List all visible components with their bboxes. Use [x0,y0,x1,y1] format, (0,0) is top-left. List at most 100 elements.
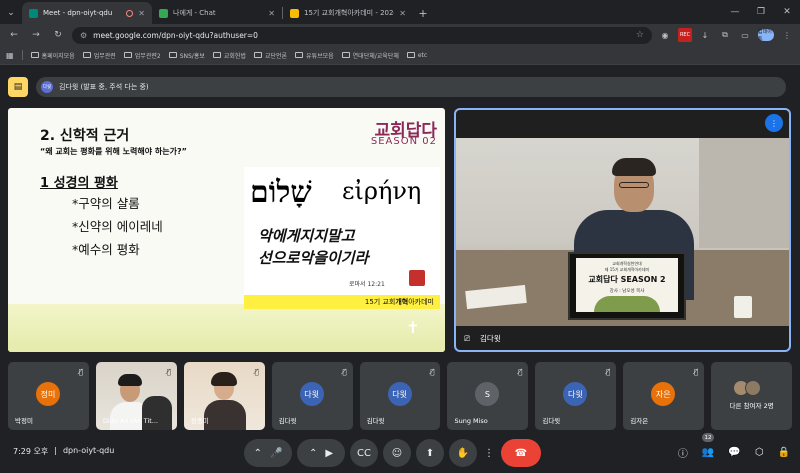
tab-academy[interactable]: 15기 교회개혁아카데미 - 2024 ✕ [283,2,413,24]
browser-menu-icon[interactable]: ⋮ [780,28,794,42]
slide-subtitle: “왜 교회는 평화를 위해 노력해야 하는가?” [40,147,187,156]
participant-tile[interactable]: 🎙̸ 정미 박정미 [8,362,89,430]
bookmark-folder[interactable]: 유튜브모음 [295,51,334,60]
calligraphy-line: 악에게지지말고 [258,227,355,245]
close-tab-icon[interactable]: ✕ [138,9,145,18]
more-options-button[interactable]: ⋮ [482,439,496,467]
emoji-icon: ☺ [391,447,403,459]
download-icon[interactable]: ↓ [698,28,712,42]
avatar: 정미 [36,382,60,406]
meet-favicon-icon [29,8,38,18]
forward-icon[interactable]: → [28,27,44,43]
participant-tile[interactable]: 🎙̸ 다윗 김다윗 [271,362,353,430]
host-controls-icon[interactable]: 🔒 [778,447,790,458]
present-screen-icon[interactable]: ▤ [8,77,28,97]
tab-chat[interactable]: 나에게 - Chat ✕ [152,2,282,24]
bookmark-label: 교회헌법 [223,52,246,60]
shared-slide: 2. 신학적 근거 “왜 교회는 평화를 위해 노력해야 하는가?” 교회답다 … [8,108,445,352]
mic-control[interactable]: ⌃ 🎤 [244,439,292,467]
present-button[interactable]: ⬆ [416,439,444,467]
recording-indicator-icon [126,9,134,17]
slide-footer-band [8,304,445,352]
participant-tile[interactable]: 🎙̸ 정중미 [183,362,265,430]
speaker-hair [612,158,656,176]
hebrew-word: שָׁלוֹם [250,175,312,210]
folder-icon [253,52,262,58]
pin-icon[interactable]: ⎚ [464,334,470,344]
side-panel-icon[interactable]: ▭ [738,28,752,42]
call-controls: ⌃ 🎤 ⌃ ▶ CC ☺ ⬆ ✋ ⋮ ☎ [244,439,541,467]
close-tab-icon[interactable]: ✕ [399,9,406,18]
calligraphy-line: 선으로악을이기라 [258,249,369,267]
bookmark-folder[interactable]: 업무관련2 [123,51,161,60]
raise-hand-button[interactable]: ✋ [449,439,477,467]
participant-tile[interactable]: 🎙̸ Dido An (An Tit... [95,362,177,430]
slide-season: SEASON 02 [370,136,437,147]
new-tab-icon[interactable]: + [413,2,433,24]
window-controls: — ❐ ✕ [722,0,800,24]
bookmark-star-icon[interactable]: ☆ [636,30,644,40]
microphone-icon[interactable]: 🎤 [270,448,282,459]
mic-off-icon: 🎙̸ [430,368,435,376]
back-icon[interactable]: ← [6,27,22,43]
more-participants-tile[interactable]: 다른 참여자 2명 [711,362,793,430]
emoji-button[interactable]: ☺ [383,439,411,467]
folder-icon [168,52,177,58]
close-tab-icon[interactable]: ✕ [268,9,275,18]
minimize-icon[interactable]: — [722,0,748,24]
bookmark-folder[interactable]: 홈페이지모음 [30,51,75,60]
podium-text: 교회개혁실천연대 [612,261,642,266]
participant-name: 김다윗 [278,417,297,425]
address-bar[interactable]: ⚙ meet.google.com/dpn-oiyt-qdu?authuser=… [72,26,652,44]
participant-tile[interactable]: 🎙̸ 다윗 김다윗 [535,362,617,430]
bookmark-folder[interactable]: 교단언론 [253,51,287,60]
calligraphy-signature: 로마서 12:21 [349,281,385,288]
bookmark-folder[interactable]: 교회헌법 [212,51,246,60]
bookmark-folder[interactable]: SNS/홍보 [168,51,205,60]
speaker-tile[interactable]: 교회개혁실천연대 제 15기 교회개혁아카데미 교회답다 SEASON 2 강사 … [454,108,791,352]
folder-icon [341,52,350,58]
folder-icon [123,52,132,58]
captions-icon: CC [357,447,371,459]
speaker-name-row: ⎚ 김다윗 [464,333,501,344]
info-icon[interactable]: ⓘ [678,445,688,460]
participant-tile[interactable]: 🎙̸ 다윗 김다윗 [359,362,441,430]
participant-tile[interactable]: 🎙̸ S Sung Miso [447,362,529,430]
camera-icon[interactable]: ▶ [325,448,333,459]
camera-extension-icon[interactable]: ◉ [658,28,672,42]
camera-control[interactable]: ⌃ ▶ [297,439,345,467]
reload-icon[interactable]: ↻ [50,27,66,43]
participant-tile[interactable]: 🎙̸ 자은 김자은 [623,362,705,430]
chat-icon[interactable]: 💬 [728,447,740,458]
speaking-indicator-icon: ⋮ [765,114,783,132]
chevron-up-icon[interactable]: ⌃ [309,448,317,459]
peace-word-card: שָׁלוֹם εἰρήνη 악에게지지말고 선으로악을이기라 로마서 12:2… [244,167,440,305]
participant-body [203,400,246,430]
bookmark-folder[interactable]: 연대단체/교육단체 [341,51,399,60]
participant-name: Dido An (An Tit... [102,417,158,425]
chevron-up-icon[interactable]: ⌃ [254,448,262,459]
apps-grid-icon[interactable]: ▦ [6,51,14,60]
meeting-code: dpn-oiyt-qdu [62,446,115,455]
presenter-pill[interactable]: 다윗 김다윗 (발표 중, 주석 다는 중) [36,77,786,97]
more-avatars [733,380,762,396]
profile-button[interactable]: 업데이트 [758,29,774,42]
people-icon[interactable]: 👥 [702,447,714,458]
academy-suffix: 아카데미 [408,298,434,306]
speaker-glasses [619,182,649,188]
meeting-info: 7:29 오후 | dpn-oiyt-qdu [13,446,114,457]
bookmark-folder[interactable]: 업무관련 [82,51,116,60]
recording-extension-icon[interactable]: REC [678,28,692,42]
site-info-icon[interactable]: ⚙ [80,31,87,40]
podium-lecturer: 강사 : 남오성 목사 [609,289,645,294]
bookmark-folder[interactable]: etc [406,52,427,59]
leave-call-button[interactable]: ☎ [501,439,541,467]
captions-button[interactable]: CC [350,439,378,467]
tab-meet[interactable]: Meet - dpn-oiyt-qdu ✕ [22,2,152,24]
tab-search-icon[interactable]: ⌄ [0,2,22,24]
activities-icon[interactable]: ⬡ [755,447,764,458]
people-count-badge: 12 [702,433,714,442]
extensions-icon[interactable]: ⧉ [718,28,732,42]
close-window-icon[interactable]: ✕ [774,0,800,24]
maximize-icon[interactable]: ❐ [748,0,774,24]
